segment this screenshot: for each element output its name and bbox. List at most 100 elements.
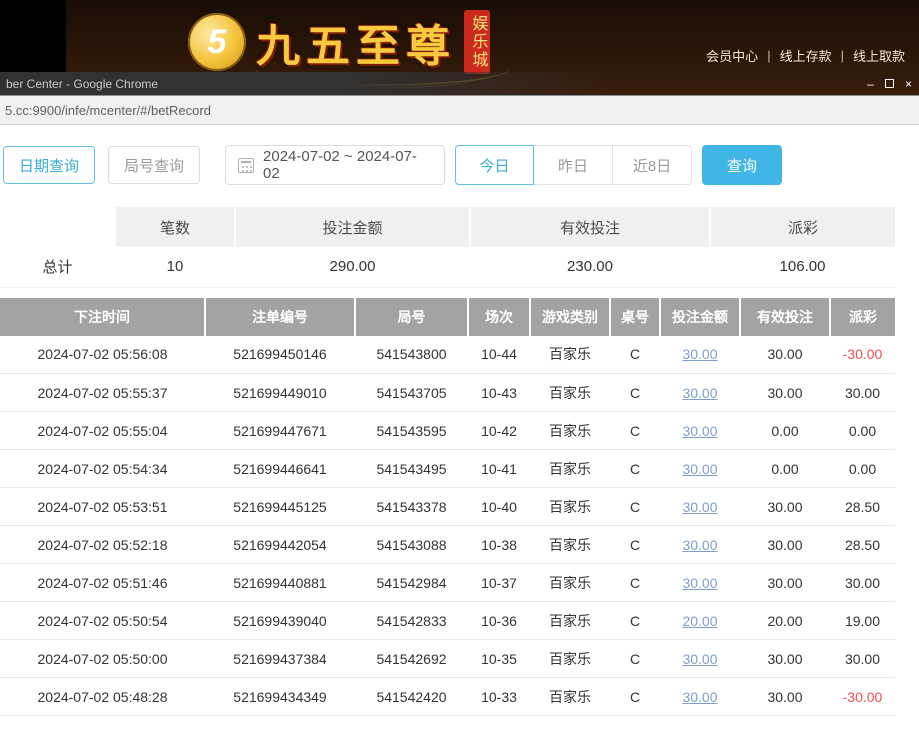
bet-amount-link[interactable]: 30.00 (682, 689, 717, 705)
table-row: 2024-07-02 05:55:04 521699447671 5415435… (0, 412, 895, 450)
summary-header-bet-amount: 投注金额 (235, 207, 470, 247)
valid-bet: 30.00 (740, 526, 830, 564)
table-row: 2024-07-02 05:50:00 521699437384 5415426… (0, 640, 895, 678)
header-bet-time: 下注时间 (0, 298, 205, 336)
bet-time: 2024-07-02 05:54:34 (0, 450, 205, 488)
today-button[interactable]: 今日 (455, 145, 534, 185)
bet-amount-link[interactable]: 30.00 (682, 575, 717, 591)
bet-time: 2024-07-02 05:55:37 (0, 374, 205, 412)
valid-bet: 30.00 (740, 640, 830, 678)
query-toolbar: 日期查询 局号查询 2024-07-02 ~ 2024-07-02 今日 昨日 … (3, 145, 919, 185)
table-code: C (610, 640, 660, 678)
table-code: C (610, 526, 660, 564)
payout: 0.00 (830, 412, 895, 450)
bet-amount-link[interactable]: 30.00 (682, 499, 717, 515)
header-valid-bet: 有效投注 (740, 298, 830, 336)
site-title: 九五至尊 (256, 10, 456, 74)
bet-time: 2024-07-02 05:55:04 (0, 412, 205, 450)
restore-icon[interactable] (885, 79, 894, 88)
session: 10-44 (468, 336, 530, 374)
total-count: 10 (115, 247, 235, 287)
round-id: 541543378 (355, 488, 468, 526)
nav-online-deposit[interactable]: 线上存款 (780, 46, 832, 65)
search-button[interactable]: 查询 (702, 145, 782, 185)
summary-total-row: 总计 10 290.00 230.00 106.00 (0, 247, 895, 287)
bet-time: 2024-07-02 05:52:18 (0, 526, 205, 564)
game-type: 百家乐 (530, 488, 610, 526)
header-bet-amount: 投注金额 (660, 298, 740, 336)
game-type: 百家乐 (530, 374, 610, 412)
bet-amount-link[interactable]: 30.00 (682, 651, 717, 667)
payout: 0.00 (830, 450, 895, 488)
session: 10-35 (468, 640, 530, 678)
table-row: 2024-07-02 05:53:51 521699445125 5415433… (0, 488, 895, 526)
valid-bet: 30.00 (740, 374, 830, 412)
bet-id: 521699445125 (205, 488, 355, 526)
payout: 30.00 (830, 374, 895, 412)
table-code: C (610, 678, 660, 716)
summary-header-count: 笔数 (115, 207, 235, 247)
total-payout: 106.00 (710, 247, 895, 287)
header-payout: 派彩 (830, 298, 895, 336)
summary-header-payout: 派彩 (710, 207, 895, 247)
payout: 28.50 (830, 488, 895, 526)
bet-amount-link[interactable]: 30.00 (682, 461, 717, 477)
address-bar[interactable]: 5.cc:9900/infe/mcenter/#/betRecord (0, 95, 919, 125)
browser-titlebar[interactable]: ber Center - Google Chrome – × (0, 72, 919, 95)
date-range-input[interactable]: 2024-07-02 ~ 2024-07-02 (225, 145, 445, 185)
bet-amount-link[interactable]: 30.00 (682, 537, 717, 553)
payout: 30.00 (830, 640, 895, 678)
round-id: 541543495 (355, 450, 468, 488)
date-range-value: 2024-07-02 ~ 2024-07-02 (263, 148, 432, 182)
bet-amount-link[interactable]: 30.00 (682, 423, 717, 439)
session: 10-41 (468, 450, 530, 488)
url-text: 5.cc:9900/infe/mcenter/#/betRecord (5, 103, 211, 118)
bet-id: 521699449010 (205, 374, 355, 412)
bet-time: 2024-07-02 05:50:54 (0, 602, 205, 640)
table-code: C (610, 374, 660, 412)
session: 10-38 (468, 526, 530, 564)
bet-table-header-row: 下注时间 注单编号 局号 场次 游戏类别 桌号 投注金额 有效投注 派彩 (0, 298, 895, 336)
last-8-days-button[interactable]: 近8日 (613, 145, 692, 185)
summary-header-blank (0, 207, 115, 247)
table-row: 2024-07-02 05:48:28 521699434349 5415424… (0, 678, 895, 716)
bet-amount-cell: 30.00 (660, 564, 740, 602)
round-id: 541542692 (355, 640, 468, 678)
bet-amount-link[interactable]: 30.00 (682, 385, 717, 401)
site-badge: 娱乐城 (464, 10, 490, 74)
bet-id: 521699442054 (205, 526, 355, 564)
bet-amount-link[interactable]: 20.00 (682, 613, 717, 629)
valid-bet: 30.00 (740, 336, 830, 374)
round-query-button[interactable]: 局号查询 (108, 146, 200, 184)
game-type: 百家乐 (530, 412, 610, 450)
bet-amount-cell: 30.00 (660, 450, 740, 488)
date-query-button[interactable]: 日期查询 (3, 146, 95, 184)
coin-logo-icon: 5 (188, 13, 246, 71)
total-label: 总计 (0, 247, 115, 287)
valid-bet: 30.00 (740, 564, 830, 602)
bet-time: 2024-07-02 05:50:00 (0, 640, 205, 678)
yesterday-button[interactable]: 昨日 (534, 145, 613, 185)
header-session: 场次 (468, 298, 530, 336)
game-type: 百家乐 (530, 640, 610, 678)
bet-time: 2024-07-02 05:51:46 (0, 564, 205, 602)
nav-online-withdraw[interactable]: 线上取款 (853, 46, 905, 65)
bet-id: 521699447671 (205, 412, 355, 450)
nav-member-center[interactable]: 会员中心 (706, 46, 758, 65)
close-icon[interactable]: × (902, 77, 915, 91)
bet-id: 521699440881 (205, 564, 355, 602)
nav-separator: | (841, 48, 844, 63)
table-code: C (610, 602, 660, 640)
round-id: 541543595 (355, 412, 468, 450)
bet-table-body: 2024-07-02 05:56:08 521699450146 5415438… (0, 336, 895, 716)
header-round-id: 局号 (355, 298, 468, 336)
game-type: 百家乐 (530, 526, 610, 564)
payout: -30.00 (830, 336, 895, 374)
valid-bet: 0.00 (740, 450, 830, 488)
session: 10-43 (468, 374, 530, 412)
bet-amount-link[interactable]: 30.00 (682, 346, 717, 362)
bet-amount-cell: 20.00 (660, 602, 740, 640)
game-type: 百家乐 (530, 678, 610, 716)
game-type: 百家乐 (530, 450, 610, 488)
minimize-icon[interactable]: – (864, 77, 877, 91)
